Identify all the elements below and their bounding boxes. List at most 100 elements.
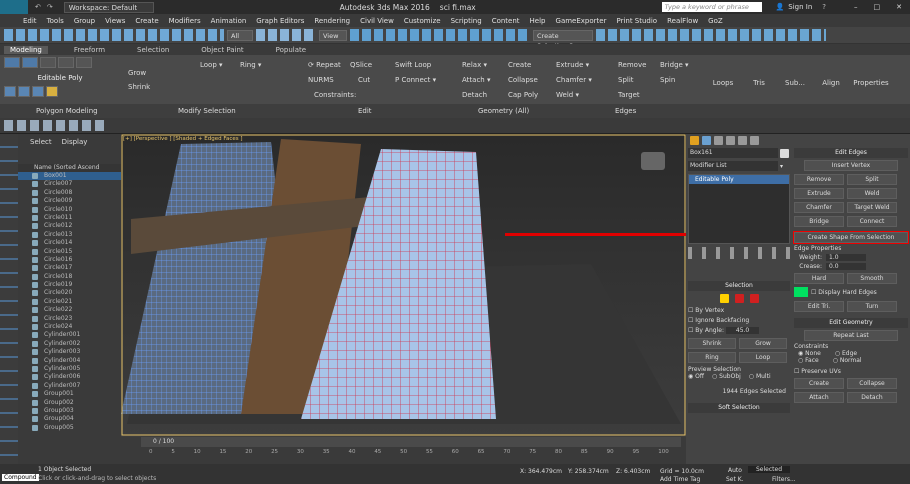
maximize-icon[interactable]: □ xyxy=(866,3,889,11)
modifier-item-editable-poly[interactable]: Editable Poly xyxy=(689,175,789,184)
search-input[interactable]: Type a keyword or phrase xyxy=(661,2,762,12)
cap-poly-button[interactable]: Cap Poly xyxy=(508,89,538,101)
turn-button[interactable]: Turn xyxy=(847,301,897,312)
relax-button[interactable]: Relax ▾ xyxy=(462,59,487,71)
list-item[interactable]: Box001 xyxy=(18,172,121,181)
menu-animation[interactable]: Animation xyxy=(206,17,252,25)
help-icon[interactable]: ? xyxy=(822,3,826,11)
qslice-button[interactable]: QSlice xyxy=(350,59,372,71)
tab-selection[interactable]: Selection xyxy=(131,46,175,54)
key-filters-button[interactable]: Filters... xyxy=(772,476,796,483)
list-item[interactable]: Cylinder006 xyxy=(18,373,121,381)
border-level-icon[interactable] xyxy=(749,294,759,303)
bridge-button[interactable]: Bridge ▾ xyxy=(660,59,689,71)
add-time-tag[interactable]: Add Time Tag xyxy=(660,476,700,483)
constraint-normal-radio[interactable]: ○ Normal xyxy=(833,357,862,364)
p-connect-button[interactable]: P Connect ▾ xyxy=(395,74,436,86)
by-vertex-checkbox[interactable]: ☐ By Vertex xyxy=(688,307,790,314)
list-item[interactable]: Circle007 xyxy=(18,180,121,188)
collapse-button[interactable]: Collapse xyxy=(508,74,538,86)
motion-tab-icon[interactable] xyxy=(726,135,735,145)
user-icon[interactable]: 👤 xyxy=(776,3,785,11)
vertex-level-icon[interactable] xyxy=(719,294,729,303)
spin-button[interactable]: Spin xyxy=(660,74,675,86)
list-item[interactable]: Cylinder007 xyxy=(18,382,121,390)
grow-selection-button[interactable]: Grow xyxy=(739,338,787,349)
list-item[interactable]: Circle019 xyxy=(18,281,121,289)
list-item[interactable]: Group003 xyxy=(18,407,121,415)
list-item[interactable]: Circle017 xyxy=(18,264,121,272)
list-item[interactable]: Circle022 xyxy=(18,306,121,314)
hierarchy-tab-icon[interactable] xyxy=(714,135,723,145)
loop-selection-button[interactable]: Loop xyxy=(739,352,787,363)
repeat-button[interactable]: ⟳ Repeat xyxy=(308,59,341,71)
display-tab-icon[interactable] xyxy=(738,135,747,145)
selection-filter-dropdown[interactable]: All xyxy=(227,29,253,41)
preview-off-radio[interactable]: ◉ Off xyxy=(688,373,704,380)
poly-tool-icon-4[interactable] xyxy=(46,86,58,97)
chamfer-button[interactable]: Chamfer ▾ xyxy=(556,74,592,86)
tab-freeform[interactable]: Freeform xyxy=(68,46,111,54)
menu-scripting[interactable]: Scripting xyxy=(446,17,487,25)
edit-tri-button[interactable]: Edit Tri. xyxy=(794,301,844,312)
create-button[interactable]: Create xyxy=(508,59,531,71)
menu-realflow[interactable]: RealFlow xyxy=(662,17,703,25)
preserve-uvs-checkbox[interactable]: ☐ Preserve UVs xyxy=(794,368,908,375)
set-key-button[interactable]: Set K. xyxy=(726,476,744,483)
edge-level-icon[interactable] xyxy=(734,294,744,303)
target-button[interactable]: Target xyxy=(618,89,640,101)
border-mode-button[interactable] xyxy=(40,57,56,68)
element-mode-button[interactable] xyxy=(76,57,92,68)
hard-button[interactable]: Hard xyxy=(794,273,844,284)
connect-edge-button[interactable]: Connect xyxy=(847,216,897,227)
list-item[interactable]: Cylinder004 xyxy=(18,357,121,365)
weight-input[interactable]: 1.0 xyxy=(826,254,866,261)
list-item[interactable]: Group005 xyxy=(18,424,121,432)
create-shape-from-selection-button[interactable]: Create Shape From Selection xyxy=(793,231,909,244)
menu-group[interactable]: Group xyxy=(69,17,100,25)
left-tool-strip[interactable] xyxy=(0,134,18,464)
cut-button[interactable]: Cut xyxy=(358,74,370,86)
named-selection-dropdown[interactable]: Create Selection Se xyxy=(533,29,593,50)
minimize-icon[interactable]: – xyxy=(846,3,866,11)
edges-footer[interactable]: Edges xyxy=(615,107,636,115)
menu-gameexporter[interactable]: GameExporter xyxy=(551,17,612,25)
display-hard-edges-checkbox[interactable]: ☐ Display Hard Edges xyxy=(811,289,877,296)
list-item[interactable]: Circle015 xyxy=(18,248,121,256)
z-coordinate[interactable]: Z: 6.403cm xyxy=(616,468,650,475)
ring-button[interactable]: Ring ▾ xyxy=(240,59,261,71)
extrude-edge-button[interactable]: Extrude xyxy=(794,188,844,199)
time-slider[interactable]: 0 / 100 xyxy=(141,437,681,447)
sub-button[interactable]: Sub... xyxy=(780,57,810,87)
edit-geometry-rollout-header[interactable]: Edit Geometry xyxy=(794,318,908,328)
compound-dropdown[interactable]: Compound xyxy=(2,474,39,481)
app-logo-icon[interactable] xyxy=(0,0,28,14)
menu-content[interactable]: Content xyxy=(487,17,525,25)
geometry-footer[interactable]: Geometry (All) xyxy=(478,107,529,115)
edit-edges-rollout-header[interactable]: Edit Edges xyxy=(794,148,908,158)
menu-tools[interactable]: Tools xyxy=(42,17,69,25)
command-panel-tabs[interactable] xyxy=(686,134,910,146)
workspace-dropdown[interactable]: Workspace: Default xyxy=(63,1,154,13)
weld-edge-button[interactable]: Weld xyxy=(847,188,897,199)
menu-edit[interactable]: Edit xyxy=(18,17,42,25)
preview-subobj-radio[interactable]: ○ SubObj xyxy=(712,373,741,380)
menu-create[interactable]: Create xyxy=(130,17,163,25)
timeline-ticks[interactable]: 0 5 10 15 20 25 30 35 40 45 50 55 60 65 70 75 80 85 90 95 10… xyxy=(149,449,669,455)
hard-edge-color-swatch[interactable] xyxy=(794,287,808,297)
loops-button[interactable]: Loops xyxy=(708,57,738,87)
create-geom-button[interactable]: Create xyxy=(794,378,844,389)
tab-modeling[interactable]: Modeling xyxy=(4,45,48,54)
list-item[interactable]: Group002 xyxy=(18,399,121,407)
selection-rollout-header[interactable]: Selection xyxy=(688,281,790,291)
object-name-field[interactable]: Box161 xyxy=(688,148,778,158)
list-item[interactable]: Circle024 xyxy=(18,323,121,331)
object-color-swatch[interactable] xyxy=(780,148,789,158)
constraint-face-radio[interactable]: ○ Face xyxy=(798,357,819,364)
bridge-edge-button[interactable]: Bridge xyxy=(794,216,844,227)
polygon-mode-button[interactable] xyxy=(58,57,74,68)
list-item[interactable]: Cylinder002 xyxy=(18,340,121,348)
list-item[interactable]: Circle009 xyxy=(18,197,121,205)
explorer-column-header[interactable]: Name (Sorted Ascend xyxy=(18,164,121,172)
undo-icon[interactable]: ↶ xyxy=(32,3,44,11)
